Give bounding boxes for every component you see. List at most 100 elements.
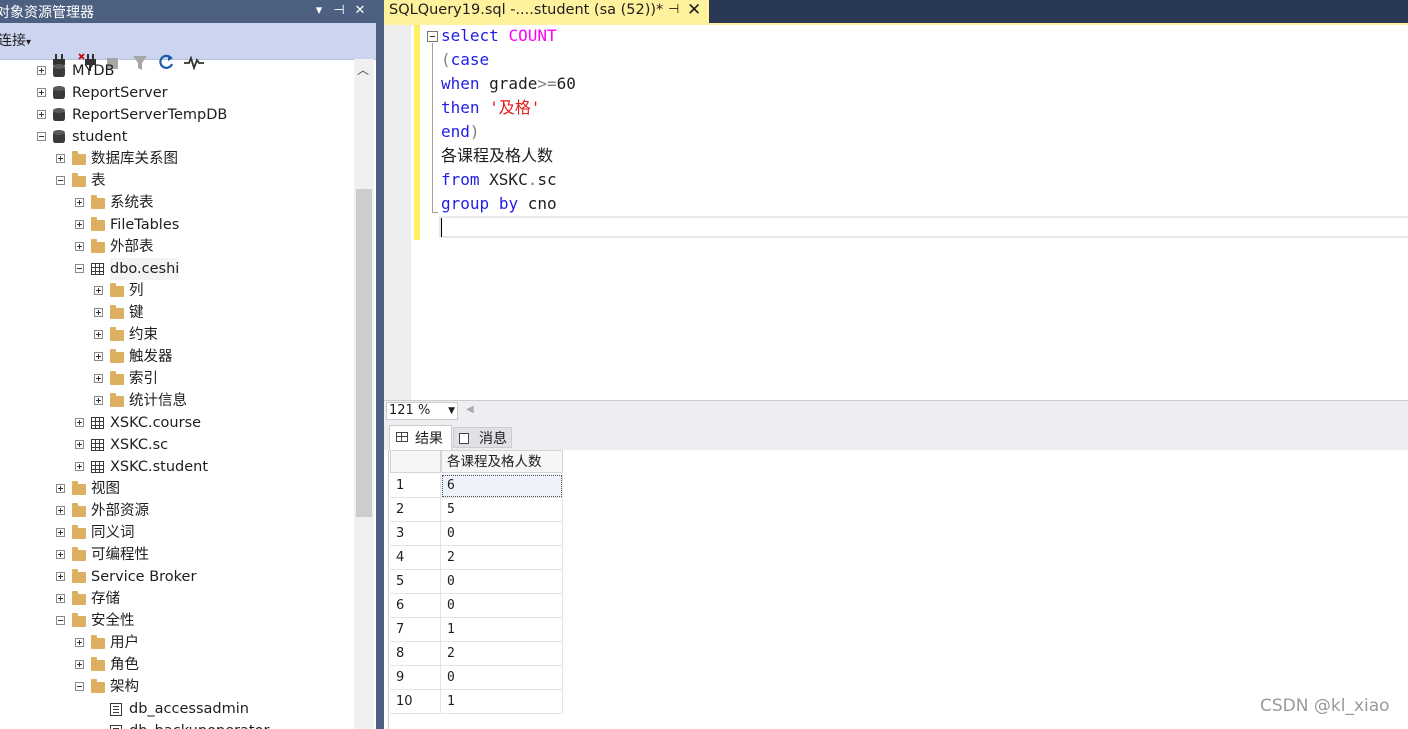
tree-item[interactable]: Service Broker (0, 566, 354, 588)
tree-item[interactable]: db_backupoperator (0, 720, 354, 729)
grid-row-number[interactable]: 3 (390, 522, 441, 546)
chevron-down-icon[interactable]: ▼ (448, 403, 455, 419)
grid-row-number[interactable]: 8 (390, 642, 441, 666)
grid-cell[interactable]: 2 (441, 546, 563, 570)
tree-item[interactable]: 外部资源 (0, 500, 354, 522)
expand-icon[interactable] (37, 88, 46, 97)
grid-row-number[interactable]: 10 (390, 690, 441, 714)
fold-guide-line (432, 43, 433, 213)
expand-icon[interactable] (75, 198, 84, 207)
tree-item[interactable]: MYDB (0, 60, 354, 82)
close-icon[interactable]: ✕ (352, 1, 368, 21)
grid-row-number[interactable]: 1 (390, 474, 441, 498)
tree-item[interactable]: 同义词 (0, 522, 354, 544)
tree-item[interactable]: dbo.ceshi (0, 258, 354, 280)
tree-item[interactable]: XSKC.course (0, 412, 354, 434)
grid-cell[interactable]: 6 (441, 474, 563, 498)
expand-icon[interactable] (75, 418, 84, 427)
grid-cell[interactable]: 0 (441, 522, 563, 546)
expand-icon[interactable] (56, 528, 65, 537)
tree-item[interactable]: 索引 (0, 368, 354, 390)
grid-row-number[interactable]: 2 (390, 498, 441, 522)
tree-item[interactable]: 存储 (0, 588, 354, 610)
tree-item[interactable]: 用户 (0, 632, 354, 654)
tree-item[interactable]: FileTables (0, 214, 354, 236)
expand-icon[interactable] (75, 220, 84, 229)
tree-item[interactable]: 外部表 (0, 236, 354, 258)
window-position-dropdown-icon[interactable]: ▾ (311, 1, 327, 21)
tree-item[interactable]: 统计信息 (0, 390, 354, 412)
tree-item[interactable]: 安全性 (0, 610, 354, 632)
expand-icon[interactable] (94, 396, 103, 405)
scroll-left-icon[interactable]: ◀ (466, 404, 474, 415)
tree-item[interactable]: 触发器 (0, 346, 354, 368)
tab-results[interactable]: 结果 (389, 425, 452, 450)
zoom-select[interactable]: 121 % ▼ (386, 402, 458, 420)
grid-cell[interactable]: 2 (441, 642, 563, 666)
collapse-icon[interactable] (56, 176, 65, 185)
collapse-icon[interactable] (37, 132, 46, 141)
tab-pin-icon[interactable]: ⊣ (668, 2, 679, 17)
expand-icon[interactable] (75, 242, 84, 251)
scrollbar-thumb[interactable] (356, 189, 372, 517)
expand-icon[interactable] (94, 308, 103, 317)
expand-icon[interactable] (56, 550, 65, 559)
tree-item[interactable]: 列 (0, 280, 354, 302)
tree-item[interactable]: 系统表 (0, 192, 354, 214)
tree-item[interactable]: db_accessadmin (0, 698, 354, 720)
scroll-up-icon[interactable]: ︿ (357, 61, 369, 78)
tree-item[interactable]: 键 (0, 302, 354, 324)
collapse-icon[interactable] (56, 616, 65, 625)
tree-item[interactable]: XSKC.student (0, 456, 354, 478)
expand-icon[interactable] (75, 462, 84, 471)
grid-cell[interactable]: 1 (441, 618, 563, 642)
expand-icon[interactable] (94, 330, 103, 339)
expand-icon[interactable] (56, 154, 65, 163)
grid-corner-cell[interactable] (390, 450, 441, 473)
tree-item[interactable]: ReportServer (0, 82, 354, 104)
grid-cell[interactable]: 0 (441, 594, 563, 618)
tab-close-icon[interactable]: ✕ (687, 0, 701, 20)
expand-icon[interactable] (56, 506, 65, 515)
tree-item[interactable]: 角色 (0, 654, 354, 676)
expand-icon[interactable] (75, 660, 84, 669)
expand-icon[interactable] (94, 374, 103, 383)
tree-item[interactable]: 表 (0, 170, 354, 192)
grid-row-number[interactable]: 9 (390, 666, 441, 690)
pin-icon[interactable]: ⊣ (331, 1, 347, 21)
expand-icon[interactable] (37, 110, 46, 119)
panel-splitter[interactable] (376, 0, 384, 729)
tree-item[interactable]: 架构 (0, 676, 354, 698)
collapse-icon[interactable] (75, 264, 84, 273)
grid-row-number[interactable]: 6 (390, 594, 441, 618)
collapse-icon[interactable] (75, 682, 84, 691)
grid-row-number[interactable]: 5 (390, 570, 441, 594)
tree-item[interactable]: student (0, 126, 354, 148)
expand-icon[interactable] (75, 440, 84, 449)
expand-icon[interactable] (94, 286, 103, 295)
tree-item[interactable]: 数据库关系图 (0, 148, 354, 170)
tree-item[interactable]: 可编程性 (0, 544, 354, 566)
connect-button[interactable]: 连接▾ (0, 31, 31, 51)
object-explorer-scrollbar[interactable]: ︿ (354, 59, 374, 729)
expand-icon[interactable] (56, 484, 65, 493)
tree-item[interactable]: XSKC.sc (0, 434, 354, 456)
tree-item[interactable]: 约束 (0, 324, 354, 346)
document-tab[interactable]: SQLQuery19.sql -....student (sa (52))* ⊣… (384, 0, 709, 23)
tree-item[interactable]: ReportServerTempDB (0, 104, 354, 126)
grid-row-number[interactable]: 4 (390, 546, 441, 570)
expand-icon[interactable] (94, 352, 103, 361)
collapse-region-icon[interactable] (427, 31, 438, 42)
grid-column-header[interactable]: 各课程及格人数 (441, 450, 563, 473)
grid-cell[interactable]: 5 (441, 498, 563, 522)
grid-cell[interactable]: 1 (441, 690, 563, 714)
grid-row-number[interactable]: 7 (390, 618, 441, 642)
expand-icon[interactable] (75, 638, 84, 647)
expand-icon[interactable] (56, 572, 65, 581)
tab-messages[interactable]: 消息 (453, 427, 512, 448)
expand-icon[interactable] (37, 66, 46, 75)
tree-item[interactable]: 视图 (0, 478, 354, 500)
expand-icon[interactable] (56, 594, 65, 603)
grid-cell[interactable]: 0 (441, 666, 563, 690)
grid-cell[interactable]: 0 (441, 570, 563, 594)
